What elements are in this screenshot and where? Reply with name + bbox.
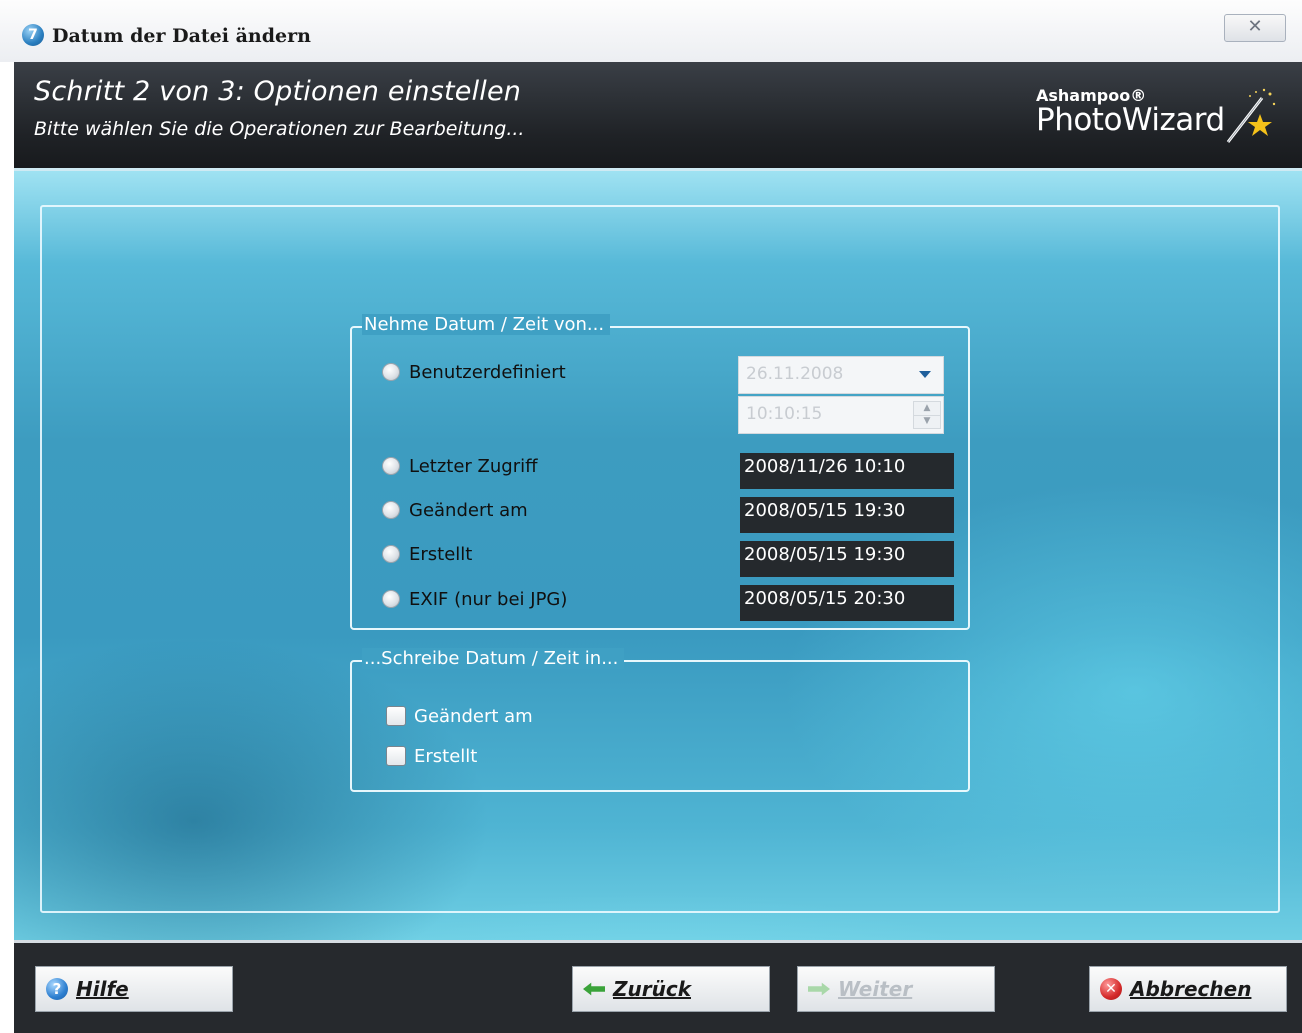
value-text: 2008/05/15 19:30 bbox=[744, 544, 906, 565]
magic-wand-icon bbox=[1226, 88, 1276, 143]
radio-button[interactable] bbox=[382, 501, 400, 519]
value-erstellt: 2008/05/15 19:30 bbox=[740, 541, 954, 577]
radio-label: Geändert am bbox=[409, 499, 528, 521]
radio-label: Letzter Zugriff bbox=[409, 455, 538, 477]
radio-exif[interactable]: EXIF (nur bei JPG) bbox=[382, 587, 567, 611]
target-groupbox: ...Schreibe Datum / Zeit in... Geändert … bbox=[350, 648, 970, 792]
step-subtitle: Bitte wählen Sie die Operationen zur Bea… bbox=[34, 118, 525, 140]
spin-up-icon[interactable]: ▲ bbox=[914, 402, 940, 416]
radio-label: EXIF (nur bei JPG) bbox=[409, 588, 568, 610]
custom-time-spinner[interactable]: 10:10:15 ▲ ▼ bbox=[738, 396, 944, 434]
value-geaendert-am: 2008/05/15 19:30 bbox=[740, 497, 954, 533]
radio-benutzerdefiniert[interactable]: Benutzerdefiniert bbox=[382, 360, 566, 384]
value-text: 2008/11/26 10:10 bbox=[744, 456, 906, 477]
content-area: Nehme Datum / Zeit von... Benutzerdefini… bbox=[14, 168, 1302, 943]
radio-label: Erstellt bbox=[409, 543, 473, 565]
cancel-button-label: Abbrechen bbox=[1130, 977, 1252, 1001]
cancel-icon: ✕ bbox=[1100, 978, 1122, 1000]
next-arrow-icon bbox=[808, 978, 830, 1000]
back-button[interactable]: Zurück bbox=[572, 966, 770, 1012]
checkbox-label: Erstellt bbox=[414, 745, 478, 767]
radio-button[interactable] bbox=[382, 590, 400, 608]
custom-date-dropdown[interactable]: 26.11.2008 bbox=[738, 356, 944, 394]
spin-buttons[interactable]: ▲ ▼ bbox=[913, 401, 941, 429]
radio-button[interactable] bbox=[382, 363, 400, 381]
wizard-footer: ? Hilfe Zurück Weiter ✕ Abbrechen bbox=[14, 940, 1302, 1033]
spin-down-icon[interactable]: ▼ bbox=[914, 415, 940, 428]
close-icon: ✕ bbox=[1247, 16, 1263, 37]
close-button[interactable]: ✕ bbox=[1224, 14, 1286, 42]
checkbox[interactable] bbox=[386, 746, 406, 766]
value-exif: 2008/05/15 20:30 bbox=[740, 585, 954, 621]
radio-letzter-zugriff[interactable]: Letzter Zugriff bbox=[382, 454, 538, 478]
help-button-label: Hilfe bbox=[76, 977, 129, 1001]
app-icon: 7 bbox=[22, 24, 44, 46]
radio-erstellt[interactable]: Erstellt bbox=[382, 542, 472, 566]
source-group-legend: Nehme Datum / Zeit von... bbox=[362, 314, 611, 335]
value-letzter-zugriff: 2008/11/26 10:10 bbox=[740, 453, 954, 489]
checkbox-geaendert-am[interactable]: Geändert am bbox=[386, 704, 533, 728]
wizard-header: Schritt 2 von 3: Optionen einstellen Bit… bbox=[14, 62, 1302, 168]
radio-geaendert-am[interactable]: Geändert am bbox=[382, 498, 528, 522]
checkbox-label: Geändert am bbox=[414, 705, 533, 727]
brand-name-logo: PhotoWizard bbox=[1036, 102, 1225, 138]
next-button[interactable]: Weiter bbox=[797, 966, 995, 1012]
step-title: Schritt 2 von 3: Optionen einstellen bbox=[34, 76, 522, 107]
custom-date-value: 26.11.2008 bbox=[746, 364, 844, 384]
value-text: 2008/05/15 19:30 bbox=[744, 500, 906, 521]
help-button[interactable]: ? Hilfe bbox=[35, 966, 233, 1012]
radio-button[interactable] bbox=[382, 457, 400, 475]
checkbox[interactable] bbox=[386, 706, 406, 726]
next-button-label: Weiter bbox=[838, 977, 913, 1001]
custom-time-value: 10:10:15 bbox=[746, 404, 823, 424]
checkbox-erstellt[interactable]: Erstellt bbox=[386, 744, 477, 768]
title-bar: 7 Datum der Datei ändern ✕ bbox=[0, 0, 1302, 62]
dropdown-arrow-icon[interactable] bbox=[919, 371, 931, 378]
dialog-window: 7 Datum der Datei ändern ✕ Schritt 2 von… bbox=[0, 0, 1302, 1033]
value-text: 2008/05/15 20:30 bbox=[744, 588, 906, 609]
target-group-legend: ...Schreibe Datum / Zeit in... bbox=[362, 648, 625, 669]
help-icon: ? bbox=[46, 978, 68, 1000]
radio-label: Benutzerdefiniert bbox=[409, 361, 566, 383]
window-title: Datum der Datei ändern bbox=[52, 25, 311, 47]
back-arrow-icon bbox=[583, 978, 605, 1000]
cancel-button[interactable]: ✕ Abbrechen bbox=[1089, 966, 1287, 1012]
back-button-label: Zurück bbox=[613, 977, 691, 1001]
radio-button[interactable] bbox=[382, 545, 400, 563]
